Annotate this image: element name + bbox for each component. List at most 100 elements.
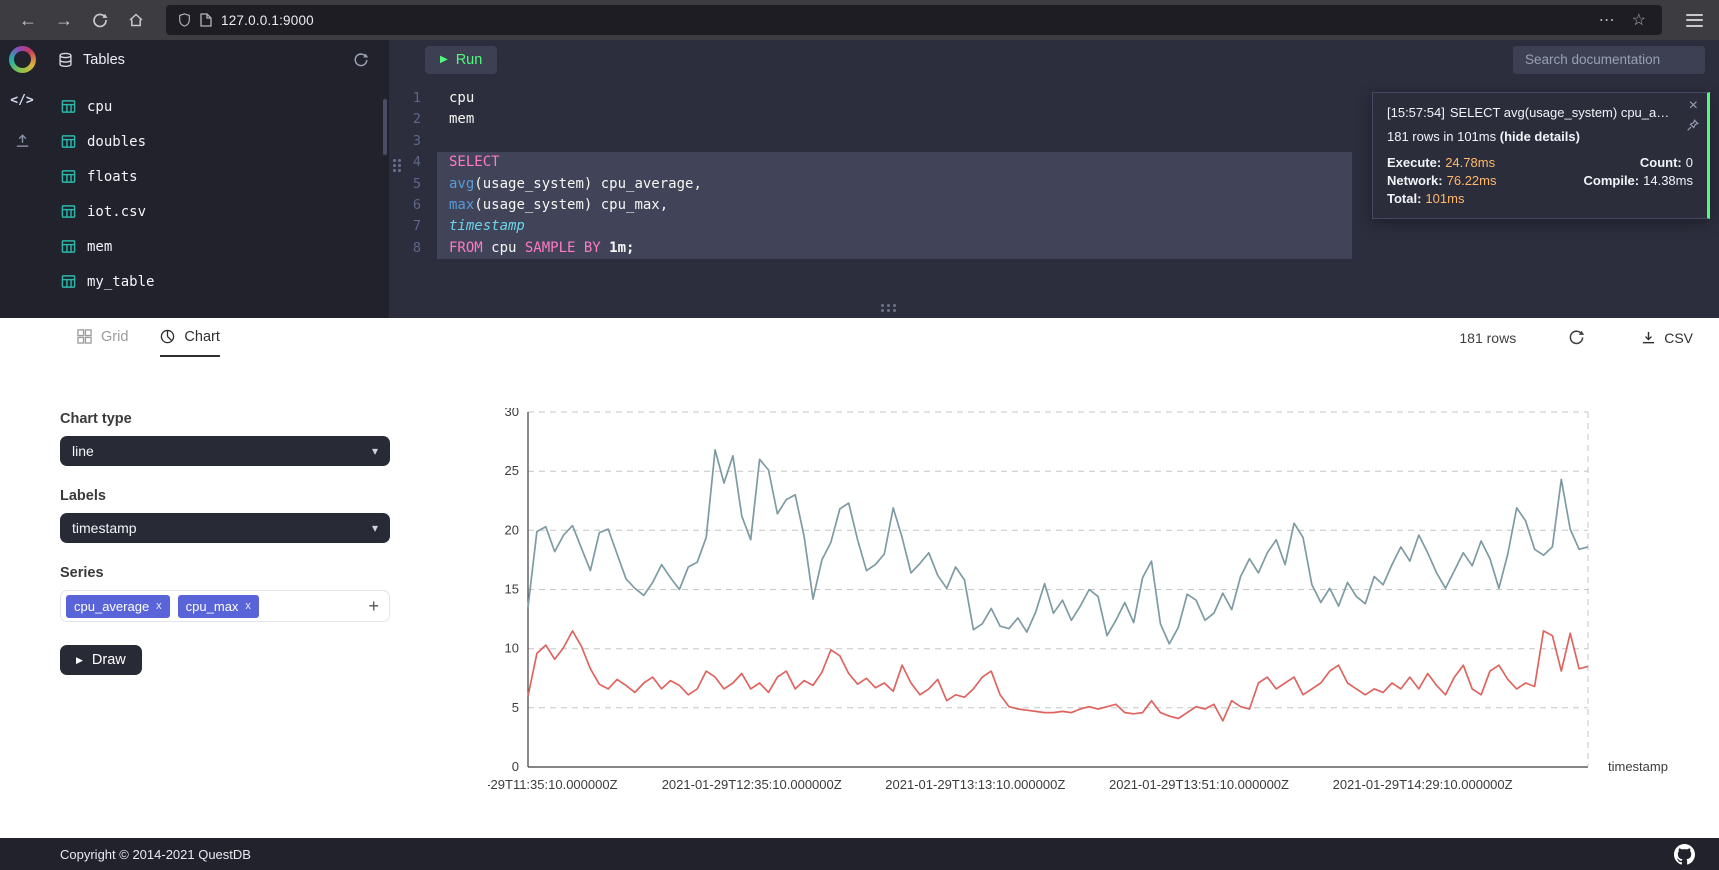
tables-panel-header: Tables — [44, 52, 389, 68]
grid-icon — [77, 329, 92, 344]
series-chip-label: cpu_max — [186, 599, 239, 614]
series-box: cpu_average x cpu_max x + — [60, 590, 390, 622]
search-documentation-input[interactable] — [1513, 46, 1705, 74]
table-list-item[interactable]: floats — [44, 159, 389, 194]
chart-type-select[interactable]: line ▾ — [60, 436, 390, 466]
series-chip[interactable]: cpu_average x — [66, 595, 170, 618]
results-section: Grid Chart 181 rows CSV Chart type line … — [0, 318, 1719, 838]
svg-text:20: 20 — [505, 522, 519, 537]
sql-editor[interactable]: 1 cpu 2 mem 3 4 SELECT 5 avg(usage_syste… — [389, 79, 1719, 318]
questdb-logo[interactable] — [9, 46, 36, 73]
run-button[interactable]: ▶ Run — [425, 46, 497, 74]
add-series-icon[interactable]: + — [368, 597, 379, 615]
refresh-results-icon[interactable] — [1568, 329, 1585, 346]
address-bar[interactable]: 127.0.0.1:9000 ⋯ ☆ — [166, 5, 1662, 35]
table-name: floats — [87, 169, 138, 185]
notification-query: SELECT avg(usage_system) cpu_aver… — [1450, 105, 1675, 120]
code-line[interactable]: 8 FROM cpu SAMPLE BY 1m; — [389, 238, 1719, 259]
import-upload-icon[interactable] — [14, 132, 31, 148]
table-list-item[interactable]: cpu — [44, 89, 389, 124]
csv-label: CSV — [1664, 330, 1693, 346]
table-name: doubles — [87, 134, 146, 150]
play-icon: ▶ — [440, 55, 448, 65]
table-name: mem — [87, 239, 112, 255]
series-chip[interactable]: cpu_max x — [178, 595, 259, 618]
series-chip-list: cpu_average x cpu_max x — [66, 595, 259, 618]
line-content: max(usage_system) cpu_max, — [437, 195, 1352, 216]
hide-details-toggle[interactable]: (hide details) — [1500, 129, 1580, 144]
tab-grid[interactable]: Grid — [77, 318, 128, 357]
table-list-item[interactable]: iot.csv — [44, 194, 389, 229]
table-name: cpu — [87, 99, 112, 115]
chart-type-value: line — [72, 443, 94, 459]
svg-text:25: 25 — [505, 463, 519, 478]
line-content: mem — [437, 109, 1352, 130]
tab-chart[interactable]: Chart — [160, 318, 219, 357]
chart-config-panel: Chart type line ▾ Labels timestamp ▾ Ser… — [60, 357, 390, 675]
back-icon[interactable]: ← — [12, 4, 44, 36]
url-text[interactable]: 127.0.0.1:9000 — [221, 13, 1586, 28]
table-list-item[interactable]: mem — [44, 229, 389, 264]
menu-icon[interactable] — [1686, 14, 1703, 27]
pin-icon[interactable] — [1686, 119, 1699, 132]
database-icon — [58, 52, 73, 68]
svg-text:0: 0 — [512, 759, 519, 774]
close-icon[interactable]: × — [1689, 98, 1698, 114]
home-icon[interactable] — [120, 4, 152, 36]
line-content: timestamp — [437, 216, 1352, 237]
line-content: avg(usage_system) cpu_average, — [437, 174, 1352, 195]
shield-icon[interactable] — [178, 13, 191, 27]
table-icon — [61, 169, 76, 184]
workspace: </> cpu doubles floats iot.csv mem — [0, 79, 1719, 318]
play-icon: ▶ — [76, 656, 83, 665]
row-count: 181 rows — [1459, 330, 1516, 346]
tables-panel-title: Tables — [83, 52, 125, 68]
reload-icon[interactable] — [84, 4, 116, 36]
table-list-item[interactable]: doubles — [44, 124, 389, 159]
series-chip-label: cpu_average — [74, 599, 149, 614]
tables-panel: cpu doubles floats iot.csv mem my_table — [44, 79, 389, 318]
line-chart: 0510152025302021-01-29T11:35:10.000000Z2… — [488, 408, 1698, 823]
svg-text:2021-01-29T13:13:10.000000Z: 2021-01-29T13:13:10.000000Z — [885, 777, 1065, 792]
chip-remove-icon[interactable]: x — [156, 600, 162, 612]
more-actions-icon[interactable]: ⋯ — [1595, 10, 1619, 30]
table-icon — [61, 239, 76, 254]
line-number: 6 — [389, 195, 437, 216]
query-notification: [15:57:54] SELECT avg(usage_system) cpu_… — [1372, 92, 1710, 219]
tab-grid-label: Grid — [101, 329, 128, 345]
chart-svg: 0510152025302021-01-29T11:35:10.000000Z2… — [488, 408, 1698, 823]
topbar-left: Tables — [0, 40, 389, 79]
labels-select[interactable]: timestamp ▾ — [60, 513, 390, 543]
notification-summary: 181 rows in 101ms — [1387, 129, 1496, 144]
svg-text:10: 10 — [505, 641, 519, 656]
side-rail: </> — [0, 79, 44, 318]
app-topbar: Tables ▶ Run — [0, 40, 1719, 79]
chevron-down-icon: ▾ — [372, 444, 378, 458]
pane-resize-handle-vertical[interactable] — [393, 159, 403, 174]
svg-text:2021-01-29T12:35:10.000000Z: 2021-01-29T12:35:10.000000Z — [662, 777, 842, 792]
csv-export-button[interactable]: CSV — [1641, 330, 1693, 346]
results-tab-bar: Grid Chart 181 rows CSV — [0, 318, 1719, 357]
labels-value: timestamp — [72, 520, 137, 536]
console-tab-icon[interactable]: </> — [10, 93, 33, 108]
table-list-item[interactable]: my_table — [44, 264, 389, 299]
line-content: FROM cpu SAMPLE BY 1m; — [437, 238, 1352, 259]
line-content — [437, 131, 1352, 152]
svg-text:30: 30 — [505, 408, 519, 419]
table-name: my_table — [87, 274, 154, 290]
tables-scrollbar[interactable] — [383, 99, 387, 155]
svg-text:2021-01-29T13:51:10.000000Z: 2021-01-29T13:51:10.000000Z — [1109, 777, 1289, 792]
chip-remove-icon[interactable]: x — [245, 600, 251, 612]
labels-label: Labels — [60, 488, 390, 504]
github-icon[interactable] — [1674, 844, 1695, 865]
page-info-icon[interactable] — [200, 13, 212, 27]
table-icon — [61, 274, 76, 289]
pane-resize-handle-horizontal[interactable] — [881, 304, 899, 314]
draw-button[interactable]: ▶ Draw — [60, 645, 142, 675]
code-line[interactable]: 7 timestamp — [389, 216, 1719, 237]
refresh-tables-icon[interactable] — [353, 52, 369, 68]
bookmark-star-icon[interactable]: ☆ — [1628, 10, 1650, 30]
chart-type-label: Chart type — [60, 411, 390, 427]
table-icon — [61, 99, 76, 114]
forward-icon[interactable]: → — [48, 4, 80, 36]
